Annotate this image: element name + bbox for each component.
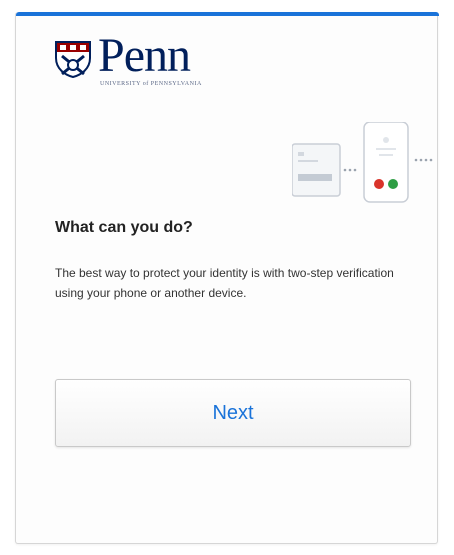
accent-top-bar (16, 12, 439, 16)
page-heading: What can you do? (55, 219, 193, 236)
penn-wordmark: Penn (98, 29, 191, 82)
login-card: Penn UNIVERSITY of PENNSYLVANIA What can… (15, 12, 439, 544)
description-text: The best way to protect your identity is… (55, 266, 394, 300)
penn-logo: Penn UNIVERSITY of PENNSYLVANIA (54, 30, 239, 96)
university-subtitle: UNIVERSITY of PENNSYLVANIA (100, 81, 202, 87)
penn-shield-icon (55, 41, 91, 78)
phone-verification-icon (292, 122, 433, 203)
next-button[interactable]: Next (55, 379, 411, 447)
